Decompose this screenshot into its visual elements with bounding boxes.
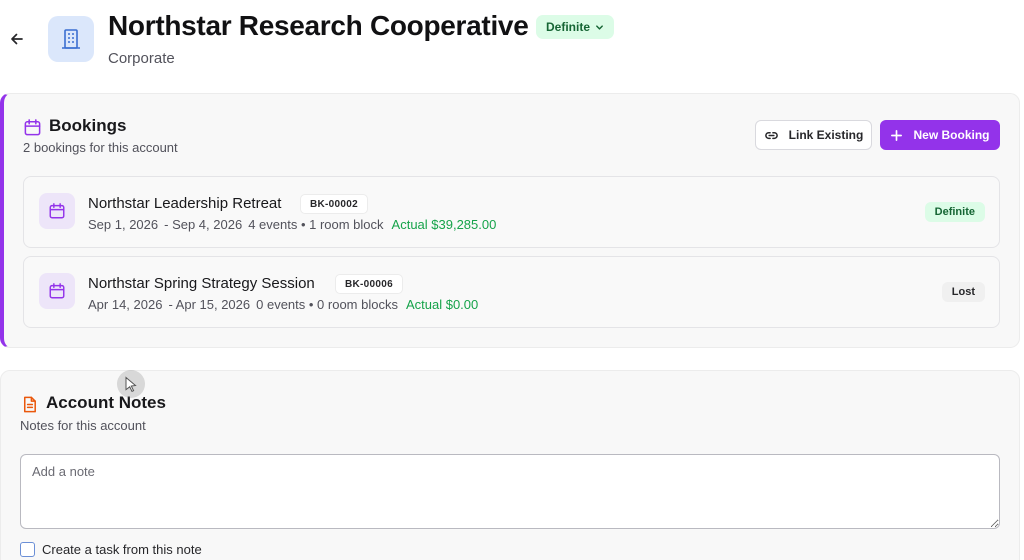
booking-status-badge: Definite: [924, 202, 985, 222]
notes-subtitle: Notes for this account: [20, 418, 146, 433]
notes-title: Account Notes: [46, 393, 166, 412]
calendar-icon: [49, 203, 65, 219]
create-task-checkbox[interactable]: [20, 542, 35, 557]
booking-start-date: Sep 1, 2026: [88, 217, 159, 232]
booking-row[interactable]: Northstar Leadership Retreat BK-00002 Se…: [23, 176, 1000, 248]
link-icon: [764, 131, 778, 139]
document-icon: [19, 394, 39, 414]
booking-end-date: - Sep 4, 2026: [164, 217, 243, 232]
plus-icon: [891, 129, 903, 141]
booking-stats: 4 events • 1 room block: [248, 217, 384, 232]
link-existing-button[interactable]: Link Existing: [755, 120, 872, 150]
booking-actual-amount: Actual $39,285.00: [391, 217, 497, 232]
booking-start-date: Apr 14, 2026: [88, 297, 163, 312]
link-existing-label: Link Existing: [788, 128, 864, 142]
booking-avatar: [39, 193, 75, 229]
new-booking-label: New Booking: [913, 128, 990, 142]
building-icon: [62, 29, 80, 49]
account-avatar: [48, 16, 94, 62]
booking-meta: Sep 1, 2026 - Sep 4, 2026 4 events • 1 r…: [88, 217, 496, 232]
booking-row[interactable]: Northstar Spring Strategy Session BK-000…: [23, 256, 1000, 328]
page-title: Northstar Research Cooperative: [108, 10, 529, 41]
bookings-section: Bookings 2 bookings for this account Lin…: [0, 93, 1020, 348]
calendar-icon: [22, 117, 42, 137]
account-type: Corporate: [108, 50, 175, 67]
account-status-label: Definite: [546, 20, 591, 34]
create-task-label[interactable]: Create a task from this note: [42, 542, 202, 557]
booking-name: Northstar Spring Strategy Session: [88, 275, 315, 292]
booking-stats: 0 events • 0 room blocks: [256, 297, 398, 312]
booking-avatar: [39, 273, 75, 309]
arrow-left-icon: [11, 33, 23, 45]
calendar-icon: [49, 283, 65, 299]
booking-meta: Apr 14, 2026 - Apr 15, 2026 0 events • 0…: [88, 297, 478, 312]
chevron-down-icon: [596, 24, 603, 30]
mouse-cursor-icon: [117, 370, 145, 398]
back-button[interactable]: [6, 28, 28, 50]
booking-actual-amount: Actual $0.00: [405, 297, 479, 312]
booking-id-badge: BK-00006: [335, 274, 403, 294]
bookings-title: Bookings: [49, 116, 127, 135]
booking-end-date: - Apr 15, 2026: [168, 297, 251, 312]
bookings-subtitle: 2 bookings for this account: [23, 140, 178, 155]
account-notes-section: Account Notes Notes for this account Cre…: [0, 370, 1020, 560]
note-input[interactable]: [20, 454, 1000, 529]
booking-id-badge: BK-00002: [300, 194, 368, 214]
account-status-dropdown[interactable]: Definite: [536, 15, 615, 39]
new-booking-button[interactable]: New Booking: [880, 120, 1000, 150]
booking-status-badge: Lost: [941, 282, 985, 302]
booking-name: Northstar Leadership Retreat: [88, 195, 282, 212]
